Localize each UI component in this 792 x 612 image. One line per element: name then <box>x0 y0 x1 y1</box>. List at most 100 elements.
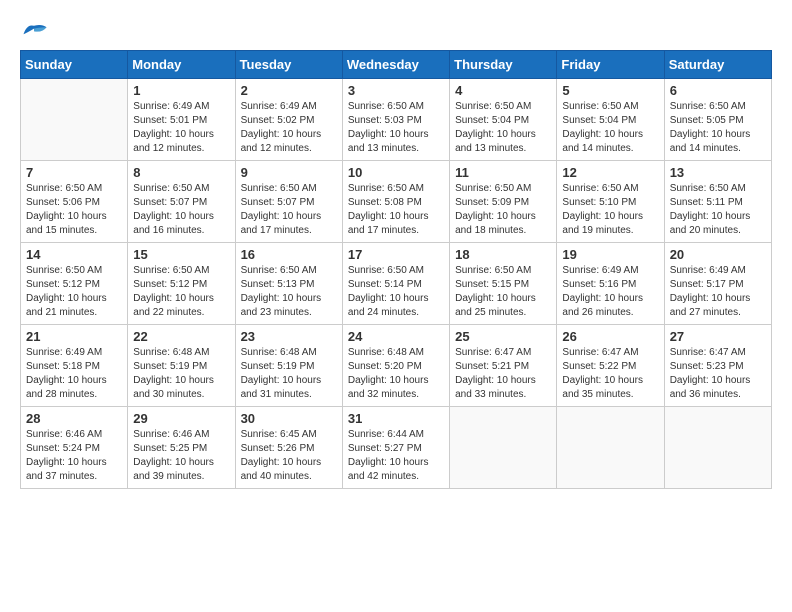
day-info: Sunrise: 6:48 AMSunset: 5:19 PMDaylight:… <box>133 346 229 402</box>
day-number: 7 <box>26 165 122 180</box>
day-info: Sunrise: 6:50 AMSunset: 5:14 PMDaylight:… <box>348 264 444 320</box>
day-info: Sunrise: 6:50 AMSunset: 5:12 PMDaylight:… <box>26 264 122 320</box>
day-info: Sunrise: 6:47 AMSunset: 5:23 PMDaylight:… <box>670 346 766 402</box>
calendar-day-cell: 1Sunrise: 6:49 AMSunset: 5:01 PMDaylight… <box>128 79 235 161</box>
day-info: Sunrise: 6:49 AMSunset: 5:17 PMDaylight:… <box>670 264 766 320</box>
day-info: Sunrise: 6:50 AMSunset: 5:03 PMDaylight:… <box>348 100 444 156</box>
day-info: Sunrise: 6:44 AMSunset: 5:27 PMDaylight:… <box>348 428 444 484</box>
day-number: 18 <box>455 247 551 262</box>
day-number: 5 <box>562 83 658 98</box>
weekday-header: Thursday <box>450 51 557 79</box>
calendar-day-cell: 7 Sunrise: 6:50 AMSunset: 5:06 PMDaylight… <box>21 161 128 243</box>
day-info: Sunrise: 6:50 AMSunset: 5:15 PMDaylight:… <box>455 264 551 320</box>
calendar-day-cell: 6Sunrise: 6:50 AMSunset: 5:05 PMDaylight… <box>664 79 771 161</box>
calendar-day-cell <box>21 79 128 161</box>
day-info: Sunrise: 6:50 AMSunset: 5:06 PMDaylight:… <box>26 182 122 238</box>
day-info: Sunrise: 6:45 AMSunset: 5:26 PMDaylight:… <box>241 428 337 484</box>
weekday-header: Tuesday <box>235 51 342 79</box>
weekday-header: Friday <box>557 51 664 79</box>
calendar-week-row: 7 Sunrise: 6:50 AMSunset: 5:06 PMDaylight… <box>21 161 772 243</box>
calendar-day-cell: 14 Sunrise: 6:50 AMSunset: 5:12 PMDayligh… <box>21 243 128 325</box>
day-info: Sunrise: 6:50 AMSunset: 5:08 PMDaylight:… <box>348 182 444 238</box>
calendar-table: SundayMondayTuesdayWednesdayThursdayFrid… <box>20 50 772 489</box>
day-info: Sunrise: 6:50 AMSunset: 5:07 PMDaylight:… <box>133 182 229 238</box>
calendar-day-cell: 16 Sunrise: 6:50 AMSunset: 5:13 PMDayligh… <box>235 243 342 325</box>
day-info: Sunrise: 6:50 AMSunset: 5:12 PMDaylight:… <box>133 264 229 320</box>
day-info: Sunrise: 6:50 AMSunset: 5:09 PMDaylight:… <box>455 182 551 238</box>
calendar-day-cell <box>450 407 557 489</box>
day-number: 15 <box>133 247 229 262</box>
day-info: Sunrise: 6:47 AMSunset: 5:22 PMDaylight:… <box>562 346 658 402</box>
day-number: 2 <box>241 83 337 98</box>
logo-bird-icon <box>20 20 48 40</box>
calendar-day-cell: 22 Sunrise: 6:48 AMSunset: 5:19 PMDayligh… <box>128 325 235 407</box>
weekday-header: Saturday <box>664 51 771 79</box>
day-info: Sunrise: 6:50 AMSunset: 5:04 PMDaylight:… <box>455 100 551 156</box>
calendar-day-cell: 12 Sunrise: 6:50 AMSunset: 5:10 PMDayligh… <box>557 161 664 243</box>
day-number: 27 <box>670 329 766 344</box>
day-number: 24 <box>348 329 444 344</box>
day-info: Sunrise: 6:49 AMSunset: 5:02 PMDaylight:… <box>241 100 337 156</box>
day-number: 20 <box>670 247 766 262</box>
calendar-day-cell: 31 Sunrise: 6:44 AMSunset: 5:27 PMDayligh… <box>342 407 449 489</box>
calendar-day-cell: 8Sunrise: 6:50 AMSunset: 5:07 PMDaylight… <box>128 161 235 243</box>
day-info: Sunrise: 6:50 AMSunset: 5:04 PMDaylight:… <box>562 100 658 156</box>
day-number: 16 <box>241 247 337 262</box>
calendar-day-cell: 9Sunrise: 6:50 AMSunset: 5:07 PMDaylight… <box>235 161 342 243</box>
day-number: 31 <box>348 411 444 426</box>
calendar-day-cell: 3 Sunrise: 6:50 AMSunset: 5:03 PMDaylight… <box>342 79 449 161</box>
day-number: 11 <box>455 165 551 180</box>
day-number: 28 <box>26 411 122 426</box>
day-info: Sunrise: 6:50 AMSunset: 5:13 PMDaylight:… <box>241 264 337 320</box>
day-info: Sunrise: 6:46 AMSunset: 5:25 PMDaylight:… <box>133 428 229 484</box>
day-info: Sunrise: 6:50 AMSunset: 5:10 PMDaylight:… <box>562 182 658 238</box>
calendar-week-row: 14 Sunrise: 6:50 AMSunset: 5:12 PMDayligh… <box>21 243 772 325</box>
calendar-day-cell: 21 Sunrise: 6:49 AMSunset: 5:18 PMDayligh… <box>21 325 128 407</box>
day-info: Sunrise: 6:49 AMSunset: 5:16 PMDaylight:… <box>562 264 658 320</box>
day-info: Sunrise: 6:48 AMSunset: 5:19 PMDaylight:… <box>241 346 337 402</box>
calendar-day-cell: 5 Sunrise: 6:50 AMSunset: 5:04 PMDaylight… <box>557 79 664 161</box>
day-number: 10 <box>348 165 444 180</box>
day-number: 3 <box>348 83 444 98</box>
weekday-header: Sunday <box>21 51 128 79</box>
header <box>20 20 772 40</box>
day-info: Sunrise: 6:49 AMSunset: 5:01 PMDaylight:… <box>133 100 229 156</box>
calendar-day-cell: 2 Sunrise: 6:49 AMSunset: 5:02 PMDaylight… <box>235 79 342 161</box>
day-number: 30 <box>241 411 337 426</box>
day-number: 29 <box>133 411 229 426</box>
day-number: 23 <box>241 329 337 344</box>
day-number: 6 <box>670 83 766 98</box>
calendar-day-cell: 10 Sunrise: 6:50 AMSunset: 5:08 PMDayligh… <box>342 161 449 243</box>
calendar-day-cell <box>664 407 771 489</box>
calendar-day-cell: 19Sunrise: 6:49 AMSunset: 5:16 PMDayligh… <box>557 243 664 325</box>
calendar-day-cell: 26 Sunrise: 6:47 AMSunset: 5:22 PMDayligh… <box>557 325 664 407</box>
calendar-day-cell <box>557 407 664 489</box>
calendar-day-cell: 24 Sunrise: 6:48 AMSunset: 5:20 PMDayligh… <box>342 325 449 407</box>
calendar-day-cell: 15 Sunrise: 6:50 AMSunset: 5:12 PMDayligh… <box>128 243 235 325</box>
day-info: Sunrise: 6:48 AMSunset: 5:20 PMDaylight:… <box>348 346 444 402</box>
weekday-header: Wednesday <box>342 51 449 79</box>
day-number: 22 <box>133 329 229 344</box>
weekday-header: Monday <box>128 51 235 79</box>
calendar-day-cell: 25Sunrise: 6:47 AMSunset: 5:21 PMDayligh… <box>450 325 557 407</box>
calendar-day-cell: 17 Sunrise: 6:50 AMSunset: 5:14 PMDayligh… <box>342 243 449 325</box>
calendar-week-row: 21 Sunrise: 6:49 AMSunset: 5:18 PMDayligh… <box>21 325 772 407</box>
day-number: 21 <box>26 329 122 344</box>
day-info: Sunrise: 6:49 AMSunset: 5:18 PMDaylight:… <box>26 346 122 402</box>
calendar-day-cell: 29 Sunrise: 6:46 AMSunset: 5:25 PMDayligh… <box>128 407 235 489</box>
calendar-day-cell: 18 Sunrise: 6:50 AMSunset: 5:15 PMDayligh… <box>450 243 557 325</box>
day-number: 14 <box>26 247 122 262</box>
calendar-day-cell: 13 Sunrise: 6:50 AMSunset: 5:11 PMDayligh… <box>664 161 771 243</box>
calendar-day-cell: 11 Sunrise: 6:50 AMSunset: 5:09 PMDayligh… <box>450 161 557 243</box>
weekday-header-row: SundayMondayTuesdayWednesdayThursdayFrid… <box>21 51 772 79</box>
day-number: 13 <box>670 165 766 180</box>
day-number: 17 <box>348 247 444 262</box>
day-number: 12 <box>562 165 658 180</box>
day-number: 9 <box>241 165 337 180</box>
day-number: 25 <box>455 329 551 344</box>
calendar-day-cell: 23 Sunrise: 6:48 AMSunset: 5:19 PMDayligh… <box>235 325 342 407</box>
calendar-day-cell: 30 Sunrise: 6:45 AMSunset: 5:26 PMDayligh… <box>235 407 342 489</box>
calendar-day-cell: 28Sunrise: 6:46 AMSunset: 5:24 PMDayligh… <box>21 407 128 489</box>
day-number: 26 <box>562 329 658 344</box>
day-info: Sunrise: 6:50 AMSunset: 5:11 PMDaylight:… <box>670 182 766 238</box>
